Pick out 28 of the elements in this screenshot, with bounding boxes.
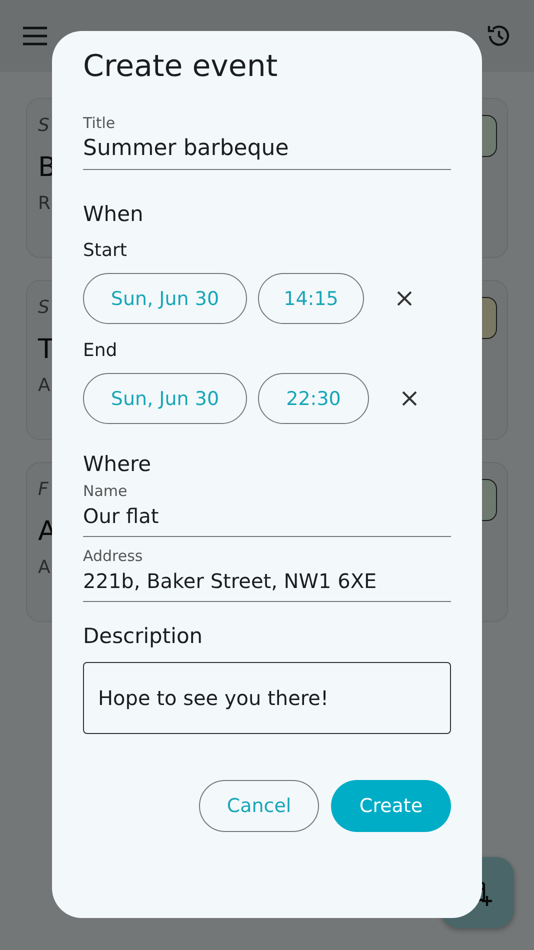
time-chip[interactable]: 22:30 bbox=[258, 373, 369, 424]
history-icon[interactable] bbox=[486, 23, 512, 49]
row-label: Start bbox=[83, 240, 128, 261]
close-button[interactable] bbox=[402, 391, 417, 406]
section-heading: Description bbox=[83, 624, 204, 648]
row-label: End bbox=[83, 340, 118, 361]
close-icon bbox=[402, 391, 417, 406]
create-button[interactable]: Create bbox=[331, 780, 451, 832]
close-icon bbox=[397, 291, 412, 306]
event-location: R bbox=[38, 193, 51, 214]
close-button[interactable] bbox=[397, 291, 412, 306]
event-day: S bbox=[38, 115, 50, 136]
cancel-button[interactable]: Cancel bbox=[199, 780, 319, 832]
title-field[interactable]: Title Summer barbeque bbox=[83, 114, 451, 170]
section-heading: When bbox=[83, 202, 144, 226]
text-field[interactable]: Address 221b, Baker Street, NW1 6XE bbox=[83, 547, 451, 602]
time-chip[interactable]: 14:15 bbox=[258, 273, 364, 324]
text-field[interactable]: Name Our flat bbox=[83, 482, 451, 537]
menu-icon[interactable] bbox=[22, 26, 48, 46]
dialog-title: Create event bbox=[83, 49, 279, 84]
date-chip[interactable]: Sun, Jun 30 bbox=[83, 273, 247, 324]
event-day: F bbox=[38, 479, 48, 500]
event-location: A bbox=[38, 557, 50, 578]
description-field[interactable]: Hope to see you there! bbox=[83, 662, 451, 734]
event-day: S bbox=[38, 297, 50, 318]
date-chip[interactable]: Sun, Jun 30 bbox=[83, 373, 247, 424]
event-location: A bbox=[38, 375, 50, 396]
section-heading: Where bbox=[83, 452, 152, 476]
